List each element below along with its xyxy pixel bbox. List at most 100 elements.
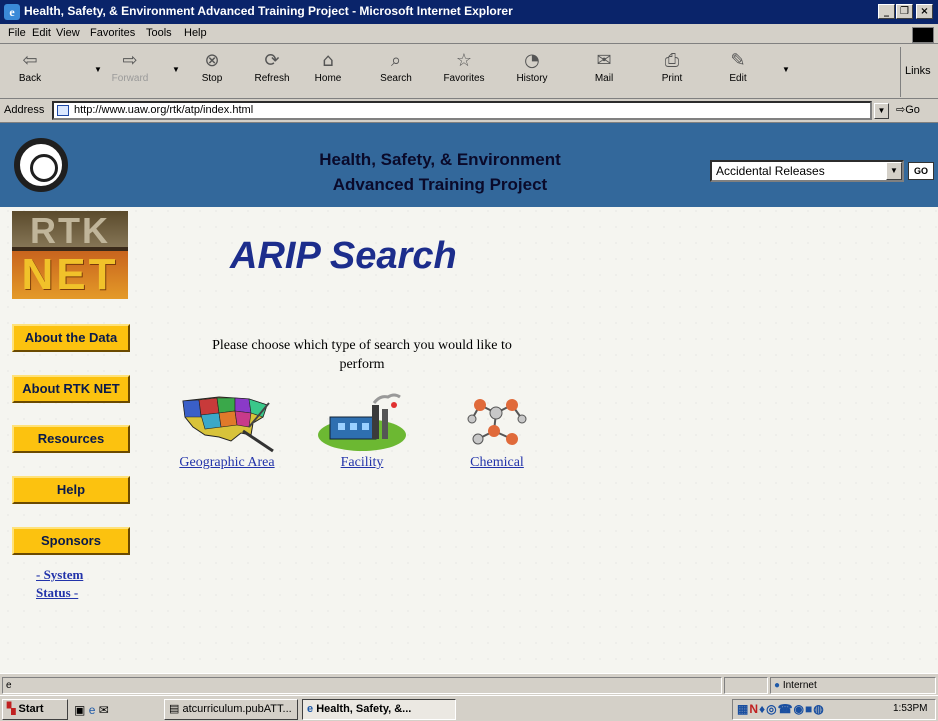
- globe-icon: ●: [774, 680, 781, 691]
- title-bar: e Health, Safety, & Environment Advanced…: [0, 0, 938, 24]
- taskbar-publisher-label: atcurriculum.pubATT...: [182, 703, 292, 715]
- mail-icon: ✉: [596, 50, 612, 71]
- edit-dropdown-icon[interactable]: ▼: [782, 65, 790, 74]
- site-banner: Health, Safety, & Environment Advanced T…: [0, 123, 938, 207]
- print-button[interactable]: ⎙ Print: [646, 49, 698, 95]
- banner-title-line2: Advanced Training Project: [332, 175, 548, 194]
- topic-select-value: Accidental Releases: [716, 164, 825, 178]
- us-map-icon[interactable]: [179, 391, 275, 453]
- status-message: e: [2, 677, 722, 694]
- back-button[interactable]: ⇦ Back: [4, 49, 56, 95]
- taskbar: ▚ Start ▣ e ✉ ▤ atcurriculum.pubATT... e…: [0, 695, 938, 721]
- chemical-link[interactable]: Chemical: [470, 455, 524, 470]
- page-content: Health, Safety, & Environment Advanced T…: [0, 123, 938, 673]
- about-the-data-button[interactable]: About the Data: [12, 324, 130, 352]
- security-zone: ● Internet: [770, 677, 936, 694]
- start-label: Start: [18, 703, 44, 715]
- print-icon: ⎙: [664, 50, 680, 71]
- address-dropdown-icon[interactable]: ▼: [874, 103, 889, 119]
- publisher-icon: ▤: [169, 703, 180, 715]
- banner-title: Health, Safety, & Environment Advanced T…: [250, 147, 630, 197]
- mail-label: Mail: [594, 73, 614, 84]
- start-button[interactable]: ▚ Start: [2, 699, 68, 720]
- page-icon: [57, 105, 69, 116]
- close-button[interactable]: ×: [916, 4, 933, 19]
- help-button[interactable]: Help: [12, 476, 130, 504]
- favorites-icon: ☆: [455, 50, 473, 71]
- edit-icon: ✎: [730, 50, 746, 71]
- menu-file[interactable]: File: [8, 27, 26, 39]
- back-arrow-icon: ⇦: [22, 50, 38, 71]
- about-rtk-net-button[interactable]: About RTK NET: [12, 375, 130, 403]
- menu-tools[interactable]: Tools: [146, 27, 172, 39]
- system-status-line1: - System: [36, 567, 84, 582]
- taskbar-browser-button[interactable]: e Health, Safety, &...: [302, 699, 456, 720]
- windows-flag-icon: ▚: [7, 703, 16, 715]
- chevron-down-icon[interactable]: ▼: [886, 162, 902, 180]
- taskbar-browser-label: Health, Safety, &...: [316, 703, 412, 715]
- sponsors-button[interactable]: Sponsors: [12, 527, 130, 555]
- facility-choice[interactable]: Facility: [312, 391, 412, 471]
- history-label: History: [516, 73, 548, 84]
- resources-button[interactable]: Resources: [12, 425, 130, 453]
- chemical-choice[interactable]: Chemical: [452, 391, 542, 471]
- forward-dropdown-icon[interactable]: ▼: [172, 65, 180, 74]
- forward-button[interactable]: ⇨ Forward: [104, 49, 156, 95]
- forward-arrow-icon: ⇨: [122, 50, 138, 71]
- banner-title-line1: Health, Safety, & Environment: [319, 150, 561, 169]
- taskbar-publisher-button[interactable]: ▤ atcurriculum.pubATT...: [164, 699, 298, 720]
- uaw-logo[interactable]: [14, 138, 68, 192]
- address-go-button[interactable]: ⇨Go: [896, 103, 920, 116]
- address-url: http://www.uaw.org/rtk/atp/index.html: [74, 104, 254, 116]
- tray-icons[interactable]: ▦N♦◎☎◉■◍: [737, 702, 825, 716]
- ie-quicklaunch-icon[interactable]: e: [89, 703, 96, 717]
- back-dropdown-icon[interactable]: ▼: [94, 65, 102, 74]
- menu-help[interactable]: Help: [184, 27, 207, 39]
- geographic-area-choice[interactable]: Geographic Area: [162, 391, 292, 471]
- refresh-button[interactable]: ⟳ Refresh: [246, 49, 298, 95]
- geographic-area-link[interactable]: Geographic Area: [179, 455, 274, 470]
- quick-launch: ▣ e ✉: [74, 701, 154, 719]
- favorites-button[interactable]: ☆ Favorites: [438, 49, 490, 95]
- windows-logo-icon: [912, 27, 934, 43]
- page-status-icon: e: [6, 680, 12, 691]
- stop-button[interactable]: ⊗ Stop: [186, 49, 238, 95]
- refresh-label: Refresh: [254, 73, 290, 84]
- system-status-link[interactable]: - System Status -: [36, 566, 116, 602]
- outlook-icon[interactable]: ✉: [99, 703, 109, 717]
- system-status-line2: Status -: [36, 585, 79, 600]
- go-arrow-icon: ⇨: [896, 104, 906, 116]
- factory-icon[interactable]: [314, 391, 410, 453]
- home-icon: ⌂: [322, 50, 334, 71]
- links-button[interactable]: Links: [900, 47, 938, 97]
- maximize-button[interactable]: ❐: [896, 4, 913, 19]
- menu-favorites[interactable]: Favorites: [90, 27, 135, 39]
- mail-button[interactable]: ✉ Mail: [578, 49, 630, 95]
- edit-label: Edit: [729, 73, 747, 84]
- stop-label: Stop: [201, 73, 223, 84]
- minimize-button[interactable]: _: [878, 4, 895, 19]
- home-button[interactable]: ⌂ Home: [302, 49, 354, 95]
- toolbar: ⇦ Back ▼ ⇨ Forward ▼ ⊗ Stop ⟳ Refresh ⌂ Home …: [0, 45, 938, 99]
- menu-view[interactable]: View: [56, 27, 80, 39]
- logo-net-text: NET: [12, 251, 128, 299]
- history-button[interactable]: ◔ History: [506, 49, 558, 95]
- go-button[interactable]: GO: [908, 162, 934, 180]
- favorites-label: Favorites: [443, 73, 485, 84]
- search-button[interactable]: ⌕ Search: [370, 49, 422, 95]
- window-title: Health, Safety, & Environment Advanced T…: [24, 4, 513, 18]
- history-icon: ◔: [524, 50, 540, 71]
- desktop-icon[interactable]: ▣: [74, 703, 85, 717]
- facility-link[interactable]: Facility: [341, 455, 384, 470]
- refresh-icon: ⟳: [264, 50, 280, 71]
- page-heading: ARIP Search: [230, 235, 457, 277]
- topic-select[interactable]: Accidental Releases ▼: [710, 160, 904, 182]
- clock: 1:53PM: [893, 703, 928, 714]
- molecule-icon[interactable]: [462, 391, 532, 453]
- prompt-line2: perform: [339, 357, 385, 372]
- address-input[interactable]: http://www.uaw.org/rtk/atp/index.html: [52, 101, 872, 120]
- edit-button[interactable]: ✎ Edit: [712, 49, 764, 95]
- print-label: Print: [661, 73, 683, 84]
- menu-edit[interactable]: Edit: [32, 27, 51, 39]
- address-bar: Address http://www.uaw.org/rtk/atp/index…: [0, 99, 938, 123]
